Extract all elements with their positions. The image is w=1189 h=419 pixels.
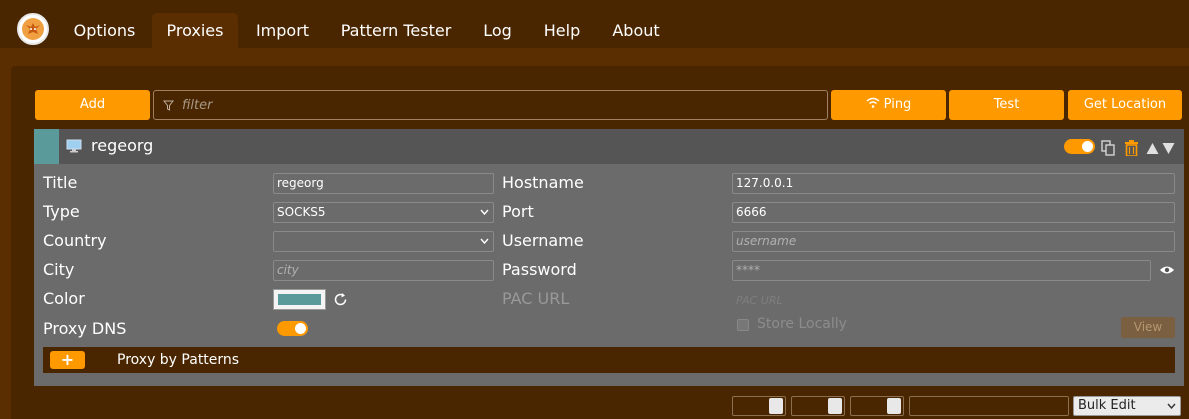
chevron-down-icon bbox=[480, 238, 489, 244]
spinner-1[interactable] bbox=[732, 396, 786, 416]
move-up-icon[interactable] bbox=[1146, 142, 1159, 155]
tab-about[interactable]: About bbox=[601, 13, 671, 48]
city-label: City bbox=[43, 260, 75, 279]
ping-label: Ping bbox=[883, 97, 912, 112]
tab-pattern-tester[interactable]: Pattern Tester bbox=[330, 13, 462, 48]
proxy-dns-toggle[interactable] bbox=[277, 321, 308, 336]
type-value: SOCKS5 bbox=[277, 205, 326, 219]
country-label: Country bbox=[43, 231, 107, 250]
tab-import[interactable]: Import bbox=[246, 13, 319, 48]
type-select[interactable]: SOCKS5 bbox=[273, 202, 494, 223]
username-field[interactable]: username bbox=[732, 231, 1175, 252]
delete-icon[interactable] bbox=[1125, 140, 1138, 156]
proxy-name: regeorg bbox=[91, 136, 154, 155]
spinner-2[interactable] bbox=[791, 396, 845, 416]
hostname-label: Hostname bbox=[502, 173, 584, 192]
duplicate-icon[interactable] bbox=[1101, 140, 1115, 156]
tab-help[interactable]: Help bbox=[533, 13, 591, 48]
tab-options[interactable]: Options bbox=[63, 13, 146, 48]
color-picker[interactable] bbox=[273, 289, 326, 310]
proxy-color-strip bbox=[34, 129, 59, 164]
filter-icon bbox=[163, 100, 174, 111]
pac-url-label: PAC URL bbox=[502, 289, 570, 308]
filter-input[interactable]: filter bbox=[153, 90, 828, 120]
spinner-arrows-icon[interactable] bbox=[769, 398, 783, 414]
pac-url-field[interactable]: PAC URL bbox=[732, 290, 1175, 311]
ping-button[interactable]: Ping bbox=[831, 90, 946, 120]
move-down-icon[interactable] bbox=[1162, 142, 1175, 155]
port-field[interactable]: 6666 bbox=[732, 202, 1175, 223]
username-label: Username bbox=[502, 231, 584, 250]
proxy-card-header[interactable]: regeorg bbox=[34, 129, 1184, 164]
spinner-arrows-icon[interactable] bbox=[887, 398, 901, 414]
store-locally-checkbox[interactable] bbox=[737, 319, 749, 331]
bulk-edit-input[interactable] bbox=[909, 396, 1069, 416]
port-label: Port bbox=[502, 202, 534, 221]
top-nav: Options Proxies Import Pattern Tester Lo… bbox=[0, 0, 1189, 48]
proxy-patterns-label: Proxy by Patterns bbox=[117, 352, 240, 368]
add-pattern-button[interactable]: + bbox=[50, 351, 85, 369]
chevron-down-icon bbox=[1167, 403, 1176, 409]
view-pac-button[interactable]: View bbox=[1121, 317, 1175, 338]
show-password-icon[interactable] bbox=[1159, 265, 1175, 275]
bulk-edit-label: Bulk Edit bbox=[1078, 398, 1136, 413]
title-field[interactable]: regeorg bbox=[273, 173, 494, 194]
country-select[interactable] bbox=[273, 231, 494, 252]
spinner-3[interactable] bbox=[850, 396, 904, 416]
get-location-button[interactable]: Get Location bbox=[1068, 90, 1182, 120]
wifi-icon bbox=[866, 97, 880, 108]
password-field[interactable]: **** bbox=[732, 260, 1151, 281]
spinner-arrows-icon[interactable] bbox=[828, 398, 842, 414]
proxy-patterns-bar: + Proxy by Patterns bbox=[43, 347, 1175, 373]
chevron-down-icon bbox=[480, 209, 489, 215]
computer-icon bbox=[66, 139, 82, 153]
type-label: Type bbox=[43, 202, 80, 221]
test-button[interactable]: Test bbox=[949, 90, 1064, 120]
filter-placeholder: filter bbox=[182, 98, 213, 113]
refresh-color-icon[interactable] bbox=[333, 292, 348, 307]
title-label: Title bbox=[43, 173, 78, 192]
foxyproxy-logo-icon bbox=[17, 13, 49, 45]
proxy-enabled-toggle[interactable] bbox=[1064, 139, 1095, 154]
add-button[interactable]: Add bbox=[35, 90, 150, 120]
password-label: Password bbox=[502, 260, 577, 279]
tab-proxies[interactable]: Proxies bbox=[152, 13, 238, 48]
bulk-edit-select[interactable]: Bulk Edit bbox=[1073, 396, 1181, 416]
city-field[interactable]: city bbox=[273, 260, 494, 281]
proxy-dns-label: Proxy DNS bbox=[43, 319, 127, 338]
store-locally-label: Store Locally bbox=[757, 316, 847, 332]
tab-log[interactable]: Log bbox=[474, 13, 521, 48]
color-label: Color bbox=[43, 289, 85, 308]
hostname-field[interactable]: 127.0.0.1 bbox=[732, 173, 1175, 194]
